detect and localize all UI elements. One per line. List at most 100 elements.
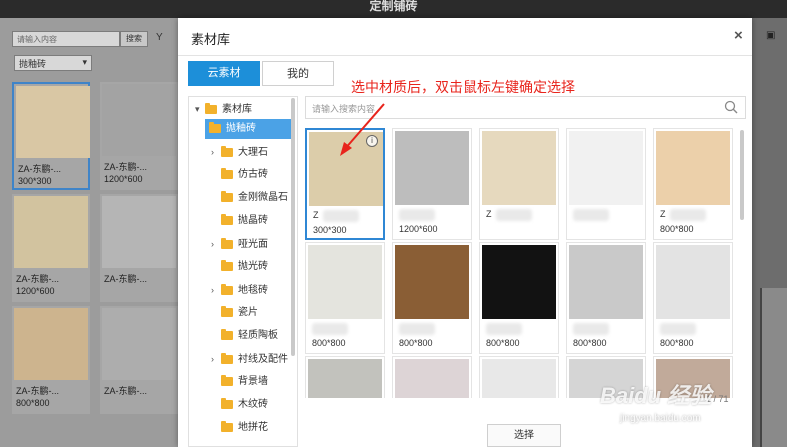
tree-item-carpet[interactable]: › 地毯砖 [211,280,268,300]
baidu-watermark-logo: Baidu 经验 [600,383,712,408]
folder-icon [221,374,233,386]
search-icon[interactable] [724,100,738,114]
folder-icon [221,237,233,249]
material-card[interactable]: 800*800 [566,242,646,354]
material-thumbnail [395,245,469,319]
material-grid: i Z 300*300 1200*600 Z Z 800*800 800*800 800*800… [305,128,737,398]
bg-material-thumb [14,196,88,268]
3d-geometry [760,288,787,447]
material-thumbnail [656,131,730,205]
material-size: 800*800 [573,338,607,348]
tree-item-label: 衬线及配件 [238,354,288,365]
tree-item-matte[interactable]: › 哑光面 [211,234,268,254]
grid-scrollbar[interactable] [740,130,744,220]
tree-item-wall-tile[interactable]: 瓷片 [221,303,258,323]
tab-cloud-materials[interactable]: 云素材 [188,61,260,86]
chevron-right-icon: › [211,239,214,249]
filter-icon[interactable]: Y [156,32,163,43]
material-card[interactable] [566,128,646,240]
bg-material-thumb [102,308,176,380]
material-card[interactable] [392,356,472,398]
select-confirm-button[interactable]: 选择 [487,424,561,447]
material-size: 800*800 [399,338,433,348]
redacted-text [670,209,706,221]
bg-material-card[interactable]: ZA-东鹏-... 300*300 [12,82,90,190]
folder-icon [221,259,233,271]
tree-item-diamond-crystal[interactable]: 金刚微晶石 [221,188,288,208]
close-icon[interactable]: × [734,27,743,44]
bg-material-name: ZA-东鹏-... [104,274,147,284]
folder-icon [209,121,221,133]
redacted-text [399,323,435,335]
tree-item-floor-mosaic[interactable]: 地拼花 [221,418,268,438]
folder-icon [221,213,233,225]
tree-item-label: 轻质陶板 [238,330,278,341]
chevron-right-icon: › [211,147,214,157]
map-icon[interactable]: ▣ [766,30,775,41]
tree-item-label: 抛光砖 [238,261,268,272]
redacted-text [486,323,522,335]
redacted-text [573,209,609,221]
bg-material-thumb [14,308,88,380]
tree-item-polished[interactable]: 抛光砖 [221,257,268,277]
material-card[interactable]: Z 800*800 [653,128,733,240]
tree-item-label: 木纹砖 [238,399,268,410]
tree-item-label: 金刚微晶石 [238,192,288,203]
material-thumbnail [308,245,382,319]
folder-icon [221,352,233,364]
bg-material-size: 1200*600 [104,174,143,184]
material-card[interactable]: 800*800 [653,242,733,354]
tree-item-root[interactable]: ▾ 素材库 [195,99,295,119]
redacted-text [323,210,359,222]
folder-icon [221,328,233,340]
material-card[interactable]: 800*800 [305,242,385,354]
bg-material-card[interactable]: ZA-东鹏-... [100,194,178,302]
folder-icon [221,283,233,295]
tree-item-label: 抛釉砖 [226,123,256,134]
annotation-arrow [340,103,385,156]
bg-search-button[interactable]: 搜索 [120,31,148,47]
tree-item-feature-wall[interactable]: 背景墙 [221,372,268,392]
app-title-bar: 定制铺砖 [0,0,787,18]
material-card[interactable] [305,356,385,398]
chevron-right-icon: › [211,285,214,295]
folder-icon [221,420,233,432]
bg-material-card[interactable]: ZA-东鹏-... 1200*600 [12,194,90,302]
bg-material-card[interactable]: ZA-东鹏-... 800*800 [12,306,90,414]
material-card[interactable]: 1200*600 [392,128,472,240]
tree-item-light-ceramic[interactable]: 轻质陶板 [221,326,278,346]
material-thumbnail [569,245,643,319]
tab-my-materials[interactable]: 我的 [262,61,334,86]
tree-item-label: 瓷片 [238,307,258,318]
redacted-text [660,323,696,335]
folder-icon [221,145,233,157]
bg-material-card[interactable]: ZA-东鹏-... [100,306,178,414]
material-card[interactable]: 800*800 [479,242,559,354]
tree-item-antique[interactable]: 仿古砖 [221,165,268,185]
tree-item-trim-accessories[interactable]: › 衬线及配件 [211,349,288,369]
tree-scrollbar[interactable] [291,98,295,356]
material-thumbnail [569,131,643,205]
tree-item-polished-glazed[interactable]: 抛釉砖 [205,119,295,139]
bg-category-select[interactable]: 抛釉砖 ▾ [14,55,92,71]
dialog-title: 素材库 [191,32,231,47]
redacted-text [312,323,348,335]
folder-icon [205,102,217,114]
category-tree: ▾ 素材库 抛釉砖 › 大理石 仿古砖 金刚微晶石 抛晶砖 › 哑光面 抛光砖 › 地毯… [188,96,298,447]
material-size: 1200*600 [399,224,438,234]
tree-item-label: 仿古砖 [238,169,268,180]
tree-item-label: 大理石 [238,147,268,158]
chevron-right-icon: › [211,354,214,364]
material-thumbnail [482,245,556,319]
material-card[interactable]: 800*800 [392,242,472,354]
bg-material-card[interactable]: ZA-东鹏-... 1200*600 [100,82,178,190]
material-thumbnail [308,359,382,398]
tree-item-wood-grain[interactable]: 木纹砖 [221,395,268,415]
tree-item-marble[interactable]: › 大理石 [211,142,268,162]
tree-item-crystal-polished[interactable]: 抛晶砖 [221,211,268,231]
tree-item-label: 背景墙 [238,376,268,387]
material-name: Z [313,210,319,220]
material-card[interactable] [479,356,559,398]
bg-search-input[interactable]: 请输入内容 [12,31,120,47]
material-card[interactable]: Z [479,128,559,240]
